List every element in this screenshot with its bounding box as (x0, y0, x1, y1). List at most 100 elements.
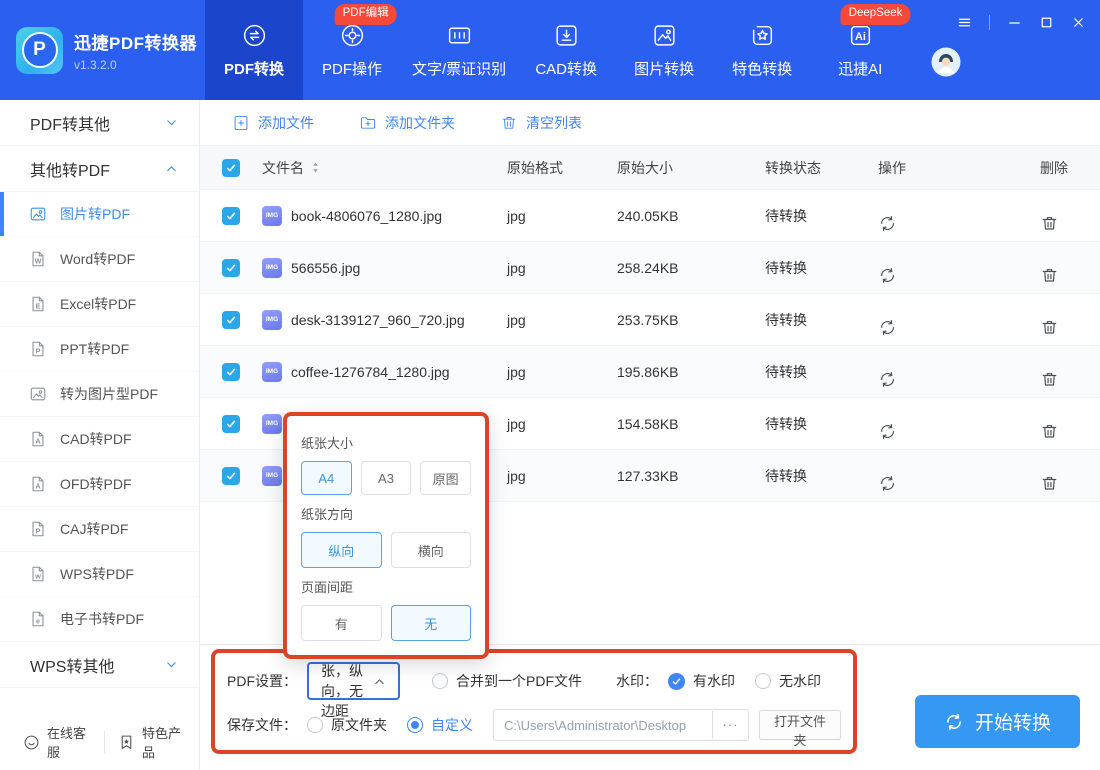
sidebar-item[interactable]: e 电子书转PDF (0, 597, 199, 642)
trash-icon[interactable] (1040, 422, 1100, 441)
sidebar-item[interactable]: 转为图片型PDF (0, 372, 199, 417)
sidebar-section-other-to-pdf[interactable]: 其他转PDF (0, 146, 199, 192)
row-checkbox[interactable] (222, 414, 240, 433)
save-custom-option[interactable]: 自定义 (407, 715, 473, 735)
watermark-off-option[interactable]: 无水印 (755, 671, 821, 691)
doc-icon: P (29, 340, 47, 358)
refresh-icon[interactable] (878, 214, 1040, 233)
watermark-off-radio[interactable] (755, 673, 771, 689)
nav-tab[interactable]: PDF转换 (205, 0, 303, 100)
footer-link[interactable]: 特色产品 (104, 726, 199, 760)
select-all-checkbox[interactable] (222, 158, 240, 177)
check-icon (225, 418, 237, 430)
file-size: 127.33KB (617, 467, 679, 484)
toolbar-button[interactable]: 清空列表 (500, 113, 582, 133)
image-file-icon: IMG (262, 465, 282, 486)
watermark-on-option[interactable]: 有水印 (668, 671, 735, 691)
merge-radio[interactable] (432, 673, 448, 689)
toolbar-button[interactable]: 添加文件夹 (359, 113, 455, 133)
minimize-icon[interactable] (1007, 15, 1022, 30)
doc-icon: A (29, 475, 47, 493)
sidebar-item[interactable]: A CAD转PDF (0, 417, 199, 462)
footer-link[interactable]: 在线客服 (10, 726, 104, 760)
image-file-icon: IMG (262, 309, 282, 330)
image-file-icon: IMG (262, 257, 282, 278)
trash-icon[interactable] (1040, 266, 1100, 285)
row-checkbox[interactable] (222, 362, 240, 381)
save-original-option[interactable]: 原文件夹 (307, 715, 387, 735)
file-status: 待转换 (765, 311, 807, 328)
sidebar-item[interactable]: w WPS转PDF (0, 552, 199, 597)
watermark-on-check[interactable] (668, 672, 685, 690)
row-checkbox[interactable] (222, 310, 240, 329)
sidebar-item[interactable]: A OFD转PDF (0, 462, 199, 507)
close-icon[interactable] (1071, 15, 1086, 30)
nav-tab[interactable]: 特色转换 (713, 0, 811, 100)
trash-icon[interactable] (1040, 370, 1100, 389)
doc-icon: w (29, 565, 47, 583)
clear-list-icon (500, 114, 518, 132)
menu-icon[interactable] (957, 15, 972, 30)
toolbar-button[interactable]: 添加文件 (232, 113, 314, 133)
trash-icon[interactable] (1040, 214, 1100, 233)
chevron-down-icon (165, 116, 178, 129)
page-spacing-option[interactable]: 无 (390, 605, 471, 641)
nav-tab[interactable]: CAD转换 (517, 0, 615, 100)
maximize-icon[interactable] (1039, 15, 1054, 30)
nav-tab[interactable]: PDF操作 PDF编辑 (303, 0, 401, 100)
file-toolbar: 添加文件 添加文件夹 清空列表 (200, 100, 1100, 145)
file-size: 253.75KB (617, 311, 679, 328)
column-action: 操作 (878, 159, 906, 176)
paper-size-label: 纸张大小 (301, 436, 354, 451)
nav-tab[interactable]: 图片转换 (615, 0, 713, 100)
paper-size-option[interactable]: A3 (360, 461, 412, 495)
start-convert-button[interactable]: 开始转换 (915, 695, 1080, 748)
sidebar-item[interactable]: E Excel转PDF (0, 282, 199, 327)
merge-option[interactable]: 合并到一个PDF文件 (432, 671, 582, 691)
file-name: coffee-1276784_1280.jpg (291, 363, 450, 380)
refresh-icon[interactable] (878, 422, 1040, 441)
row-checkbox[interactable] (222, 206, 240, 225)
trash-icon[interactable] (1040, 318, 1100, 337)
sidebar-item[interactable]: P CAJ转PDF (0, 507, 199, 552)
row-checkbox[interactable] (222, 258, 240, 277)
refresh-icon[interactable] (878, 474, 1040, 493)
image-file-icon: IMG (262, 205, 282, 226)
row-checkbox[interactable] (222, 466, 240, 485)
paper-orientation-option[interactable]: 横向 (390, 532, 471, 568)
sidebar-section-pdf-to-other[interactable]: PDF转其他 (0, 100, 199, 146)
sidebar-section-wps-to-other[interactable]: WPS转其他 (0, 642, 199, 688)
browse-button[interactable]: ··· (712, 711, 748, 739)
image-file-icon (29, 385, 47, 403)
nav-tab[interactable]: 文字/票证识别 (401, 0, 517, 100)
open-folder-button[interactable]: 打开文件夹 (759, 710, 841, 748)
sort-icon[interactable] (311, 161, 320, 174)
pdf-settings-dropdown[interactable]: A4纸张，纵向，无边距 (307, 643, 400, 719)
svg-text:W: W (35, 256, 42, 265)
refresh-icon[interactable] (878, 266, 1040, 285)
chevron-down-icon (165, 658, 178, 671)
output-path-input[interactable]: C:\Users\Administrator\Desktop (494, 718, 712, 733)
paper-size-option[interactable]: A4 (301, 461, 352, 495)
paper-orientation-option[interactable]: 纵向 (301, 532, 382, 568)
doc-icon: P (29, 520, 47, 538)
save-original-radio[interactable] (307, 717, 323, 733)
trash-icon[interactable] (1040, 474, 1100, 493)
nav-tab[interactable]: Ai 迅捷AI DeepSeek (811, 0, 911, 100)
doc-icon: W (29, 250, 47, 268)
paper-size-option[interactable]: 原图 (420, 461, 472, 495)
sidebar-item[interactable]: P PPT转PDF (0, 327, 199, 372)
bottom-bar: PDF设置： A4纸张，纵向，无边距 合并到一个PDF文件 水印： (200, 643, 1100, 770)
refresh-icon[interactable] (878, 318, 1040, 337)
refresh-icon[interactable] (878, 370, 1040, 389)
save-custom-radio[interactable] (407, 717, 423, 733)
check-icon (225, 162, 237, 174)
sidebar-item[interactable]: W Word转PDF (0, 237, 199, 282)
avatar[interactable] (931, 47, 961, 77)
file-name: desk-3139127_960_720.jpg (291, 311, 465, 328)
table-row: IMG coffee-1276784_1280.jpg jpg 195.86KB… (200, 346, 1100, 398)
table-row: IMG desk-3139127_960_720.jpg jpg 253.75K… (200, 294, 1100, 346)
page-spacing-option[interactable]: 有 (301, 605, 382, 641)
check-icon (225, 470, 237, 482)
sidebar-item[interactable]: 图片转PDF (0, 192, 199, 237)
